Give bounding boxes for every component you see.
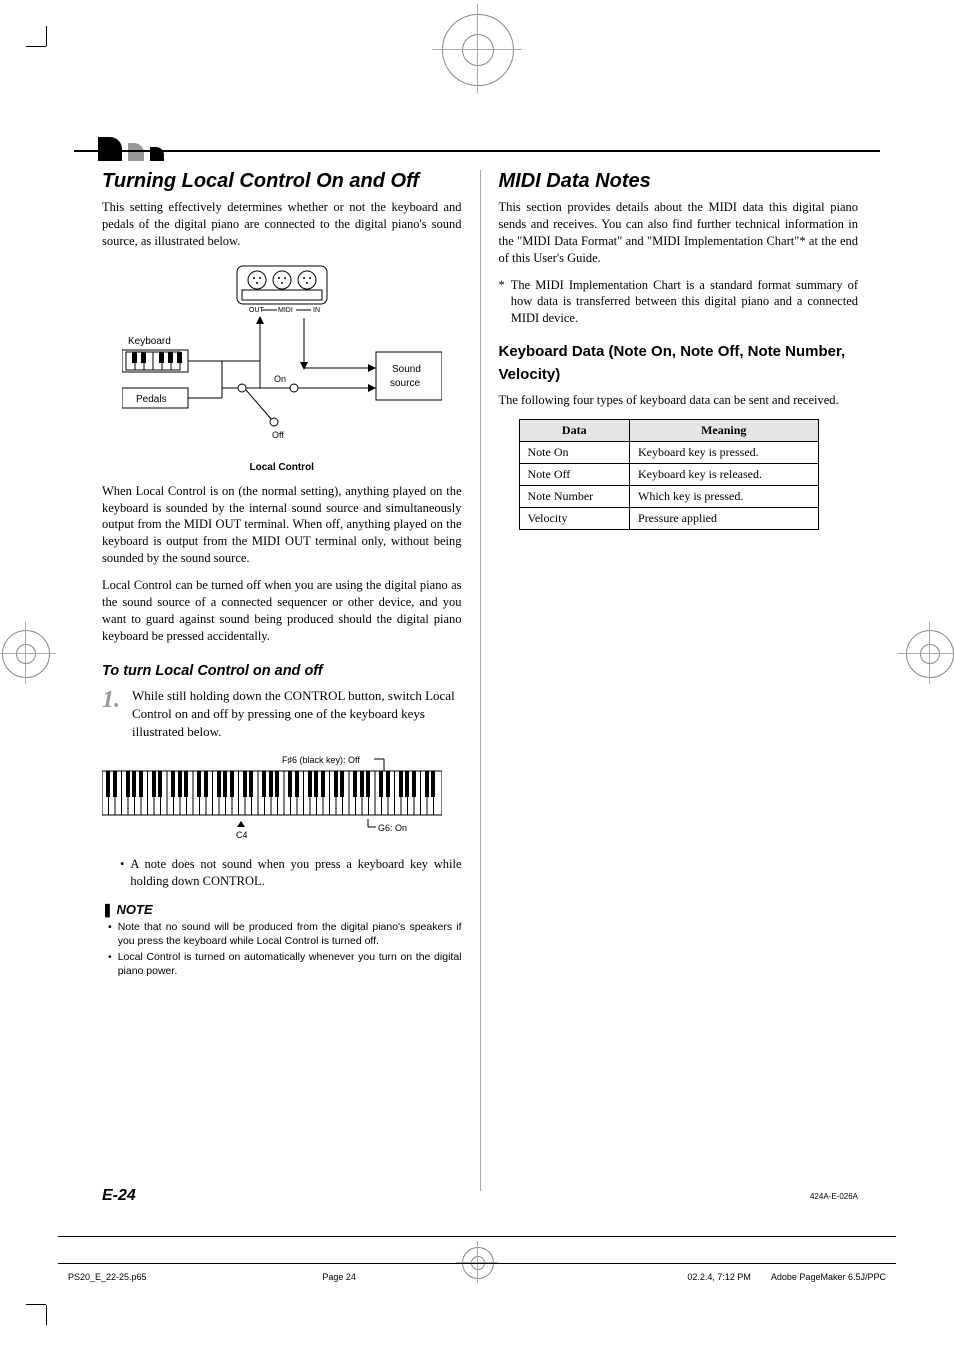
table-cell-meaning: Pressure applied: [630, 508, 818, 530]
left-title: Turning Local Control On and Off: [102, 170, 462, 193]
note-heading: NOTE: [102, 902, 462, 918]
table-row: Note On Keyboard key is pressed.: [519, 442, 818, 464]
asterisk-marker: *: [499, 277, 505, 328]
right-footnote: * The MIDI Implementation Chart is a sta…: [499, 277, 859, 328]
crop-mark-top-left: [26, 26, 66, 66]
imposition-file: PS20_E_22-25.p65: [58, 1272, 157, 1282]
doc-code: 424A-E-026A: [810, 1192, 858, 1201]
left-para2: When Local Control is on (the normal set…: [102, 483, 462, 567]
step-1-number: 1.: [102, 687, 126, 742]
diagram-on-label: On: [274, 374, 286, 384]
diagram-pedals-label: Pedals: [136, 394, 167, 405]
bullet-dot: •: [120, 856, 124, 890]
local-control-diagram: OUT MIDI IN Keyboard: [102, 260, 462, 473]
header-tabs: [98, 128, 164, 161]
column-divider: [480, 170, 481, 1191]
table-head-data: Data: [519, 420, 630, 442]
keyboard-figure: F♯6 (black key): Off: [102, 753, 462, 848]
right-footnote-text: The MIDI Implementation Chart is a stand…: [511, 277, 858, 328]
header-rule: [74, 150, 880, 152]
table-cell-meaning: Keyboard key is released.: [630, 464, 818, 486]
note-item-1-text: Note that no sound will be produced from…: [118, 920, 462, 948]
left-bullet-1-text: A note does not sound when you press a k…: [130, 856, 461, 890]
content-area: Turning Local Control On and Off This se…: [102, 170, 858, 1191]
table-cell-data: Note On: [519, 442, 630, 464]
left-subhead: To turn Local Control on and off: [102, 663, 462, 679]
crop-mark-bottom-left: [26, 1285, 66, 1325]
imposition-strip: PS20_E_22-25.p65 Page 24 02.2.4, 7:12 PM…: [58, 1236, 896, 1289]
table-cell-meaning: Which key is pressed.: [630, 486, 818, 508]
bullet-dot: •: [108, 950, 112, 978]
note-item-1: • Note that no sound will be produced fr…: [108, 920, 462, 948]
table-row: Velocity Pressure applied: [519, 508, 818, 530]
keyboard-data-table: Data Meaning Note On Keyboard key is pre…: [519, 419, 819, 530]
table-head-meaning: Meaning: [630, 420, 818, 442]
diagram-midi-label: MIDI: [278, 307, 293, 314]
diagram-sound-line2: source: [390, 378, 420, 389]
right-title: MIDI Data Notes: [499, 170, 859, 193]
note-item-2-text: Local Control is turned on automatically…: [118, 950, 462, 978]
left-intro: This setting effectively determines whet…: [102, 199, 462, 250]
imposition-app: Adobe PageMaker 6.5J/PPC: [761, 1272, 896, 1282]
left-column: Turning Local Control On and Off This se…: [102, 170, 472, 1191]
step-1-text: While still holding down the CONTROL but…: [132, 687, 462, 742]
table-cell-data: Note Number: [519, 486, 630, 508]
bullet-dot: •: [108, 920, 112, 948]
table-row: Note Number Which key is pressed.: [519, 486, 818, 508]
right-column: MIDI Data Notes This section provides de…: [489, 170, 859, 1191]
table-cell-meaning: Keyboard key is pressed.: [630, 442, 818, 464]
register-target-left: [2, 630, 48, 676]
kbd-c4-label: C4: [236, 830, 248, 840]
kbd-on-label: G6: On: [378, 823, 407, 833]
register-target-top: [442, 14, 512, 84]
note-item-2: • Local Control is turned on automatical…: [108, 950, 462, 978]
left-para3: Local Control can be turned off when you…: [102, 577, 462, 645]
right-subhead: Keyboard Data (Note On, Note Off, Note N…: [499, 341, 859, 386]
table-cell-data: Note Off: [519, 464, 630, 486]
right-para: The following four types of keyboard dat…: [499, 392, 859, 409]
right-intro: This section provides details about the …: [499, 199, 859, 267]
imposition-page: Page 24: [312, 1272, 366, 1282]
step-1: 1. While still holding down the CONTROL …: [102, 687, 462, 742]
imposition-timestamp: 02.2.4, 7:12 PM: [677, 1272, 761, 1282]
diagram-caption: Local Control: [102, 462, 462, 473]
table-cell-data: Velocity: [519, 508, 630, 530]
diagram-keyboard-label: Keyboard: [128, 336, 171, 347]
table-row: Note Off Keyboard key is released.: [519, 464, 818, 486]
kbd-off-label: F♯6 (black key): Off: [282, 755, 360, 765]
left-bullet-1: • A note does not sound when you press a…: [120, 856, 462, 890]
register-target-right: [906, 630, 952, 676]
diagram-in-label: IN: [313, 307, 320, 314]
diagram-sound-line1: Sound: [392, 364, 421, 375]
diagram-off-label: Off: [272, 430, 284, 440]
page-number: E-24: [102, 1187, 136, 1205]
